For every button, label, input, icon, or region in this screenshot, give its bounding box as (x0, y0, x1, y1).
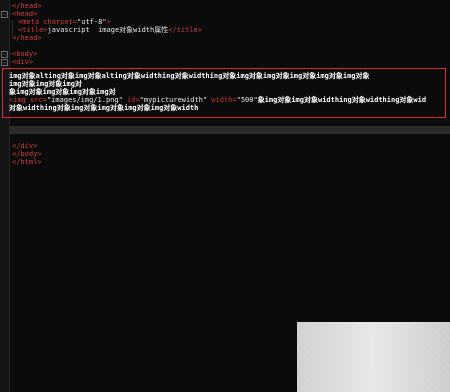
code-token: </title> (168, 26, 202, 34)
code-token: "images/img/1.png" (46, 96, 123, 104)
code-token: "500" (236, 96, 258, 104)
code-line: </head> (12, 34, 42, 42)
fold-toggle-icon[interactable]: - (1, 11, 8, 18)
code-line: <meta charset="utf-8"> (18, 18, 111, 26)
code-line: 象img对象img对象img对象img对 (9, 88, 116, 96)
code-line: </div> (12, 142, 38, 150)
code-token: id= (122, 96, 140, 104)
code-line: <title>javascript image对象width属性</title> (18, 26, 202, 34)
code-line: <div> (12, 58, 34, 66)
code-token: <title> (18, 26, 48, 34)
code-token: javascript image对象width属性 (47, 26, 169, 34)
code-line: </html> (12, 158, 42, 166)
code-token: "mypicturewidth" (139, 96, 208, 104)
code-line: <head> (12, 10, 38, 18)
code-line: <body> (12, 50, 38, 58)
code-token: <meta charset= (18, 18, 78, 26)
code-line: img对象alting对象img对象alting对象widthing对象widt… (9, 72, 370, 80)
watermark-overlay (297, 322, 450, 392)
code-token: <img src= (9, 96, 47, 104)
code-line: img对象img对象img对 (9, 80, 82, 88)
code-line: </body> (12, 150, 42, 158)
code-token: "utf-8" (77, 18, 107, 26)
code-token: > (106, 18, 111, 26)
fold-toggle-icon[interactable]: - (1, 51, 8, 58)
code-line: <img src="images/img/1.png" id="mypictur… (9, 96, 426, 104)
code-line: </head> (12, 2, 42, 10)
code-token: 象img对象img对象widthing对象widthing对象wid (257, 96, 427, 104)
fold-toggle-icon[interactable]: - (1, 59, 8, 66)
current-line-highlight[interactable] (10, 126, 450, 134)
code-line: 对象widthing对象img对象img对象img对象img对象width (9, 104, 199, 112)
code-token: width= (207, 96, 237, 104)
